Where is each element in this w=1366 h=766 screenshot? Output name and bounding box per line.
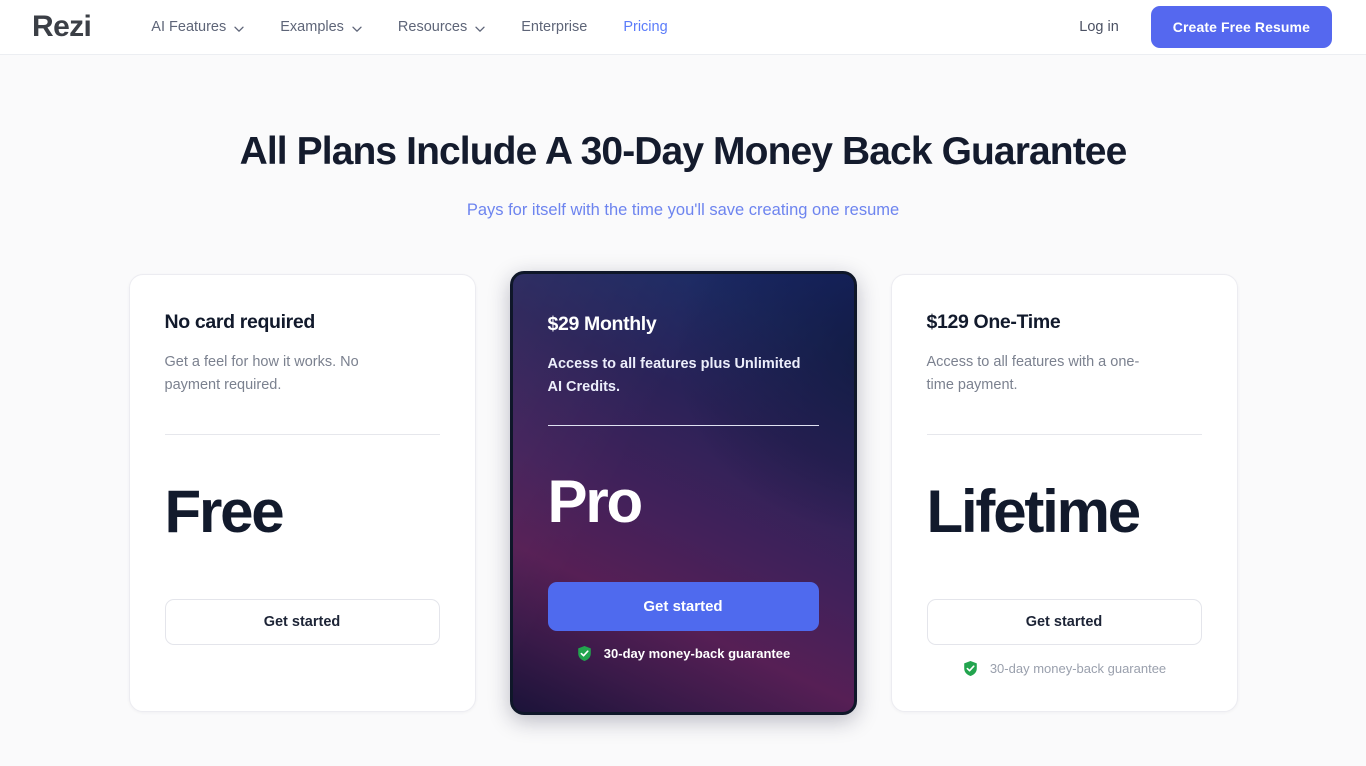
get-started-button-pro[interactable]: Get started xyxy=(547,581,819,631)
nav-item-ai-features[interactable]: AI Features xyxy=(133,13,262,41)
nav-label: Enterprise xyxy=(521,19,588,35)
rezi-logo[interactable]: Rezi xyxy=(32,12,92,42)
shield-check-icon xyxy=(962,660,979,677)
primary-navigation: AI Features Examples Resources Enterpris… xyxy=(133,13,685,41)
nav-item-resources[interactable]: Resources xyxy=(380,13,503,41)
nav-item-examples[interactable]: Examples xyxy=(262,13,380,41)
plan-card-lifetime[interactable]: $129 One-Time Access to all features wit… xyxy=(890,273,1238,712)
nav-label: Resources xyxy=(397,19,468,35)
nav-label: AI Features xyxy=(151,19,227,35)
log-in-link[interactable]: Log in xyxy=(1071,13,1127,41)
divider xyxy=(164,433,440,435)
chevron-down-icon xyxy=(233,23,244,34)
nav-item-pricing[interactable]: Pricing xyxy=(605,13,685,41)
plan-name: Lifetime xyxy=(926,477,1142,545)
plan-card-free[interactable]: No card required Get a feel for how it w… xyxy=(128,273,476,712)
get-started-button-lifetime[interactable]: Get started xyxy=(926,598,1202,645)
guarantee-label: 30-day money-back guarantee xyxy=(603,645,791,661)
get-started-button-free[interactable]: Get started xyxy=(164,598,440,645)
header-actions: Log in Create Free Resume xyxy=(1071,6,1332,48)
nav-item-enterprise[interactable]: Enterprise xyxy=(503,13,605,41)
site-header: Rezi AI Features Examples Resources Ente… xyxy=(0,0,1366,55)
plan-description: Get a feel for how it works. No payment … xyxy=(164,353,359,394)
plan-description: Access to all features plus Unlimited AI… xyxy=(547,355,801,396)
divider xyxy=(547,424,819,426)
page-subtitle: Pays for itself with the time you'll sav… xyxy=(466,200,900,219)
plan-name: Free xyxy=(164,477,285,545)
plan-eyebrow: $129 One-Time xyxy=(926,310,1061,333)
pricing-plans: No card required Get a feel for how it w… xyxy=(0,270,1366,715)
shield-check-icon xyxy=(576,645,593,662)
chevron-down-icon xyxy=(351,23,362,34)
nav-label: Examples xyxy=(280,19,344,35)
plan-eyebrow: No card required xyxy=(164,310,316,333)
plan-card-pro[interactable]: $29 Monthly Access to all features plus … xyxy=(509,270,857,715)
plan-name: Pro xyxy=(547,467,644,535)
guarantee-label: 30-day money-back guarantee xyxy=(989,660,1167,676)
plan-eyebrow: $29 Monthly xyxy=(547,312,657,335)
hero-section: All Plans Include A 30-Day Money Back Gu… xyxy=(0,55,1366,220)
page-title: All Plans Include A 30-Day Money Back Gu… xyxy=(239,130,1128,173)
plan-description: Access to all features with a one-time p… xyxy=(926,353,1140,394)
nav-label: Pricing xyxy=(623,19,668,35)
divider xyxy=(926,433,1202,435)
guarantee-row: 30-day money-back guarantee xyxy=(927,660,1202,677)
chevron-down-icon xyxy=(474,23,485,34)
create-free-resume-button[interactable]: Create Free Resume xyxy=(1150,6,1332,48)
guarantee-row: 30-day money-back guarantee xyxy=(548,645,819,662)
